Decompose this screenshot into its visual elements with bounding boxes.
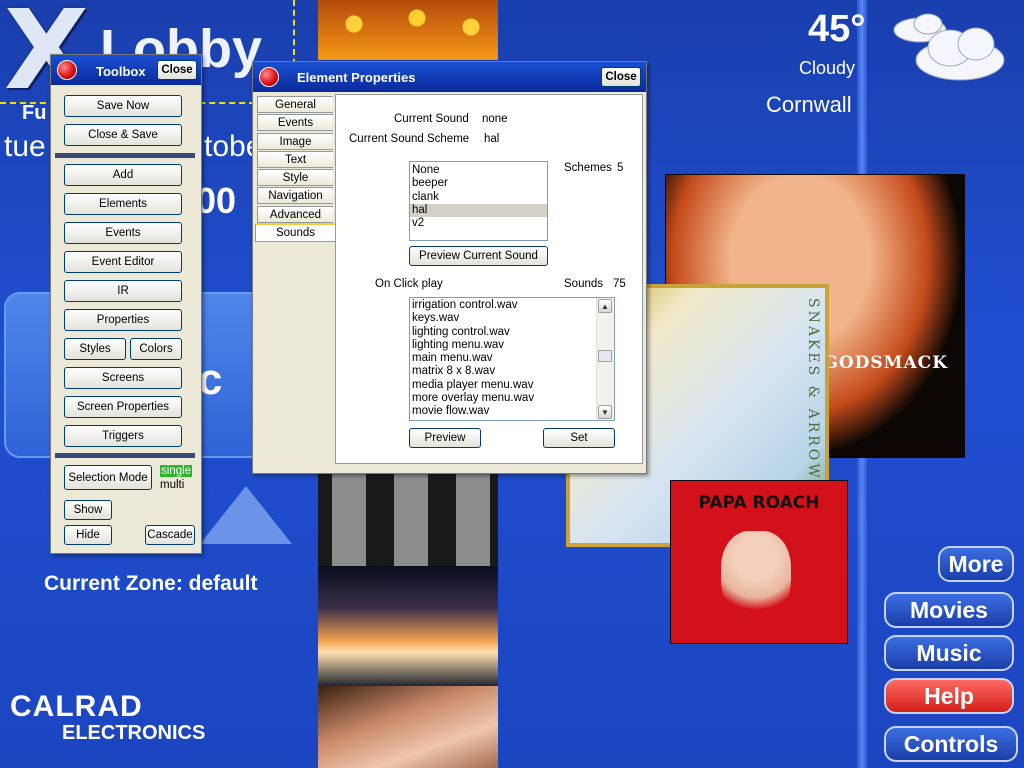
movies-button[interactable]: Movies xyxy=(884,592,1014,628)
current-sound-label: Current Sound xyxy=(394,113,469,125)
list-item[interactable]: main menu.wav xyxy=(410,352,614,365)
window-icon xyxy=(57,60,77,80)
colors-button[interactable]: Colors xyxy=(130,338,182,360)
styles-button[interactable]: Styles xyxy=(64,338,126,360)
toolbox-titlebar[interactable]: Toolbox Close xyxy=(51,55,201,85)
album-title-snakes: SNAKES & ARROWS xyxy=(805,298,821,494)
separator xyxy=(55,453,195,458)
on-click-play-label: On Click play xyxy=(375,278,443,290)
close-save-button[interactable]: Close & Save xyxy=(64,124,182,146)
partial-text-fu: Fu xyxy=(22,102,47,124)
album-title-papa-roach: PAPA ROACH xyxy=(698,493,820,513)
tab-advanced[interactable]: Advanced xyxy=(257,206,333,223)
show-button[interactable]: Show xyxy=(64,500,112,520)
sounds-label: Sounds xyxy=(564,278,604,290)
list-item[interactable]: movie flow.wav xyxy=(410,405,614,418)
tab-style[interactable]: Style xyxy=(257,169,333,186)
toolbox-window: Toolbox Close Save Now Close & Save Add … xyxy=(50,54,202,554)
portrait-photo[interactable] xyxy=(318,686,498,768)
separator xyxy=(55,153,195,158)
tab-events[interactable]: Events xyxy=(257,114,333,131)
properties-title: Element Properties xyxy=(297,70,416,85)
album-papa-roach[interactable]: PAPA ROACH xyxy=(670,480,848,644)
calrad-logo: CALRAD ELECTRONICS xyxy=(10,690,205,745)
ir-button[interactable]: IR xyxy=(64,280,182,302)
music-button[interactable]: Music xyxy=(884,635,1014,671)
set-button[interactable]: Set xyxy=(543,428,615,448)
sounds-pane: Current Sound none Current Sound Scheme … xyxy=(335,94,643,464)
add-button[interactable]: Add xyxy=(64,164,182,186)
mode-multi-option[interactable]: multi xyxy=(160,479,184,491)
list-item[interactable]: irrigation control.wav xyxy=(410,299,614,312)
weather-condition: Cloudy xyxy=(799,58,856,78)
current-zone-label: Current Zone: default xyxy=(44,572,258,595)
element-properties-window: Element Properties Close General Events … xyxy=(252,61,647,474)
mode-single-option[interactable]: single xyxy=(160,465,193,477)
scroll-thumb[interactable] xyxy=(598,350,612,362)
preview-button[interactable]: Preview xyxy=(409,428,481,448)
current-scheme-label: Current Sound Scheme xyxy=(349,133,470,145)
list-item[interactable]: matrix 8 x 8.wav xyxy=(410,365,614,378)
events-button[interactable]: Events xyxy=(64,222,182,244)
window-icon xyxy=(259,67,279,87)
weather-city: Cornwall xyxy=(766,92,852,117)
scroll-down-icon[interactable]: ▼ xyxy=(598,405,612,419)
list-item[interactable]: None xyxy=(410,164,547,177)
properties-button[interactable]: Properties xyxy=(64,309,182,331)
partial-date-left: tue xyxy=(4,130,46,163)
list-item[interactable]: lighting menu.wav xyxy=(410,339,614,352)
elements-button[interactable]: Elements xyxy=(64,193,182,215)
tab-navigation[interactable]: Navigation xyxy=(257,187,333,204)
list-item[interactable]: more overlay menu.wav xyxy=(410,392,614,405)
list-item[interactable]: clank xyxy=(410,191,547,204)
schemes-count: 5 xyxy=(617,162,624,174)
sound-list-scrollbar[interactable]: ▲ ▼ xyxy=(596,298,614,420)
toolbox-title: Toolbox xyxy=(96,64,146,79)
calrad-logo-line2: ELECTRONICS xyxy=(62,722,206,744)
scheme-list[interactable]: None beeper clank hal v2 xyxy=(409,161,548,241)
beach-sunset-photo[interactable] xyxy=(318,566,498,686)
temperature: 45° xyxy=(808,8,866,50)
hide-button[interactable]: Hide xyxy=(64,525,112,545)
properties-titlebar[interactable]: Element Properties Close xyxy=(253,62,646,92)
sounds-count: 75 xyxy=(613,278,626,290)
properties-close-button[interactable]: Close xyxy=(601,67,641,87)
toolbox-close-button[interactable]: Close xyxy=(157,60,197,80)
list-item[interactable]: media player menu.wav xyxy=(410,379,614,392)
event-editor-button[interactable]: Event Editor xyxy=(64,251,182,273)
screen-properties-button[interactable]: Screen Properties xyxy=(64,396,182,418)
calrad-logo-line1: CALRAD xyxy=(10,690,143,723)
theater-seats-photo[interactable] xyxy=(318,472,498,566)
list-item[interactable]: lighting control.wav xyxy=(410,326,614,339)
list-item[interactable]: v2 xyxy=(410,217,547,230)
current-sound-value: none xyxy=(482,113,508,125)
cascade-button[interactable]: Cascade xyxy=(145,525,195,545)
screens-button[interactable]: Screens xyxy=(64,367,182,389)
sound-file-list[interactable]: irrigation control.wav keys.wav lighting… xyxy=(409,297,615,421)
album-cover-art xyxy=(721,531,791,621)
preview-current-sound-button[interactable]: Preview Current Sound xyxy=(409,246,548,266)
cloud-icon xyxy=(893,13,1005,81)
help-button[interactable]: Help xyxy=(884,678,1014,714)
tab-general[interactable]: General xyxy=(257,96,333,113)
scroll-up-icon[interactable]: ▲ xyxy=(598,299,612,313)
more-button[interactable]: More xyxy=(938,546,1014,582)
tab-sounds[interactable]: Sounds xyxy=(255,223,335,242)
current-scheme-value: hal xyxy=(484,133,500,145)
list-item[interactable]: keys.wav xyxy=(410,312,614,325)
list-item-selected[interactable]: hal xyxy=(410,203,547,218)
controls-button[interactable]: Controls xyxy=(884,726,1018,762)
save-now-button[interactable]: Save Now xyxy=(64,95,182,117)
partial-time: 00 xyxy=(196,180,237,221)
schemes-label: Schemes xyxy=(564,162,612,174)
tab-image[interactable]: Image xyxy=(257,133,333,150)
candles-photo[interactable] xyxy=(318,0,498,60)
selection-mode-button[interactable]: Selection Mode xyxy=(64,465,152,490)
album-title-godsmack: GODSMACK xyxy=(823,353,948,373)
tab-text[interactable]: Text xyxy=(257,151,333,168)
triangle-icon[interactable] xyxy=(200,486,292,544)
triggers-button[interactable]: Triggers xyxy=(64,425,182,447)
list-item[interactable]: beeper xyxy=(410,177,547,190)
